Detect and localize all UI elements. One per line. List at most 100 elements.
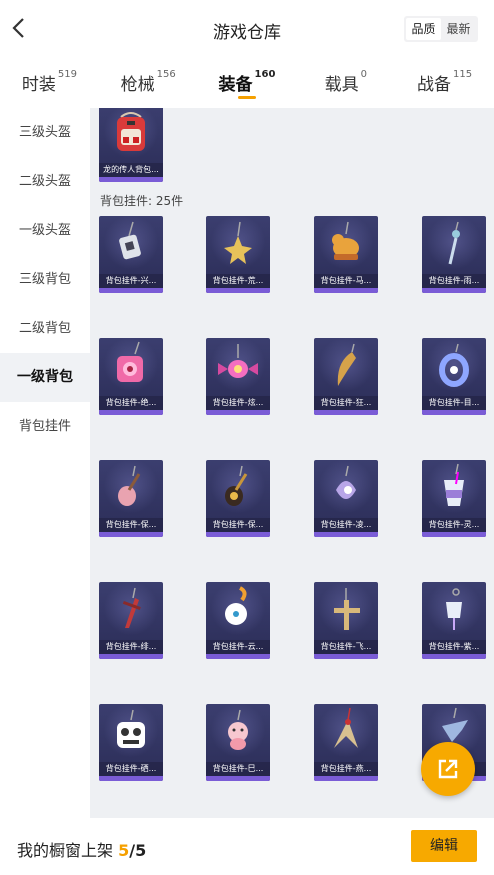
tab-label: 时装 — [21, 75, 56, 95]
sort-toggle[interactable]: 品质 最新 — [404, 16, 478, 42]
category-tabs: 时装519 枪械156 装备160 载具0 战备115 — [0, 58, 494, 108]
rarity-bar — [206, 654, 270, 659]
charm-pink-box-icon — [99, 338, 163, 396]
rarity-bar — [422, 654, 486, 659]
item-card[interactable]: 背包挂件-紫... — [422, 582, 486, 659]
charm-swallow-icon — [314, 704, 378, 762]
tab-label: 载具 — [324, 75, 359, 95]
charm-pig-icon — [206, 704, 270, 762]
tab-count: 115 — [453, 69, 473, 80]
item-caption: 背包挂件-巳... — [206, 762, 270, 776]
tab-fashion[interactable]: 时装519 — [0, 58, 99, 108]
tab-equipment[interactable]: 装备160 — [198, 58, 297, 108]
item-card[interactable]: 背包挂件-狂... — [314, 338, 378, 415]
charm-clock-icon — [206, 582, 270, 640]
item-card[interactable]: 背包挂件-马... — [314, 216, 378, 293]
sort-option-newest[interactable]: 最新 — [441, 18, 476, 40]
item-card[interactable]: 背包挂件-巳... — [206, 704, 270, 781]
sidebar-item-level3-helmet[interactable]: 三级头盔 — [0, 108, 90, 157]
rarity-bar — [314, 288, 378, 293]
item-card[interactable]: 背包挂件-燕... — [314, 704, 378, 781]
charm-drink-icon — [422, 460, 486, 518]
sidebar-item-level2-helmet[interactable]: 二级头盔 — [0, 157, 90, 206]
tab-firearms[interactable]: 枪械156 — [99, 58, 198, 108]
item-card[interactable]: 背包挂件-保... — [99, 460, 163, 537]
charm-candy-icon — [206, 338, 270, 396]
item-grid: 龙的传人背包... 背包挂件: 25件 背包挂件-兴... 背包挂件-荒... 背包… — [90, 108, 494, 818]
rarity-bar — [422, 532, 486, 537]
charm-star-icon — [206, 216, 270, 274]
rarity-bar — [314, 776, 378, 781]
sidebar-item-backpack-charm[interactable]: 背包挂件 — [0, 402, 90, 451]
rarity-bar — [99, 532, 163, 537]
item-card[interactable]: 背包挂件-飞... — [314, 582, 378, 659]
item-card[interactable]: 背包挂件-绝... — [99, 338, 163, 415]
rarity-bar — [314, 532, 378, 537]
rarity-bar — [99, 654, 163, 659]
item-caption: 背包挂件-紫... — [422, 640, 486, 654]
sidebar-item-level1-helmet[interactable]: 一级头盔 — [0, 206, 90, 255]
tab-label: 战备 — [417, 75, 452, 95]
item-card[interactable]: 背包挂件-保... — [206, 460, 270, 537]
rarity-bar — [314, 654, 378, 659]
showcase-max-count: 5 — [135, 841, 147, 860]
share-external-icon — [438, 759, 458, 779]
edit-button[interactable]: 编辑 — [411, 830, 477, 862]
tab-vehicles[interactable]: 载具0 — [296, 58, 395, 108]
rarity-bar — [422, 410, 486, 415]
item-card[interactable]: 背包挂件-凌... — [314, 460, 378, 537]
rarity-bar — [206, 288, 270, 293]
item-card[interactable]: 龙的传人背包... — [99, 108, 163, 182]
item-caption: 背包挂件-凌... — [314, 518, 378, 532]
item-caption: 背包挂件-保... — [99, 518, 163, 532]
sort-option-quality[interactable]: 品质 — [406, 18, 441, 40]
item-card[interactable]: 背包挂件-云... — [206, 582, 270, 659]
charm-horn-icon — [314, 338, 378, 396]
tab-count: 160 — [254, 69, 276, 80]
item-caption: 龙的传人背包... — [99, 163, 163, 177]
item-caption: 背包挂件-狂... — [314, 396, 378, 410]
showcase-bar: 我的橱窗上架 5/5 编辑 — [0, 818, 494, 875]
item-card[interactable]: 背包挂件-灵... — [422, 460, 486, 537]
showcase-label: 我的橱窗上架 5/5 — [17, 837, 146, 861]
item-caption: 背包挂件-云... — [206, 640, 270, 654]
item-card[interactable]: 背包挂件-硒... — [99, 704, 163, 781]
item-card[interactable]: 背包挂件-目... — [422, 338, 486, 415]
rarity-bar — [314, 410, 378, 415]
sidebar-item-level1-backpack[interactable]: 一级背包 — [0, 353, 90, 402]
sidebar: 三级头盔 二级头盔 一级头盔 三级背包 二级背包 一级背包 背包挂件 — [0, 108, 90, 818]
item-caption: 背包挂件-绯... — [99, 640, 163, 654]
item-card[interactable]: 背包挂件-荒... — [206, 216, 270, 293]
item-caption: 背包挂件-炫... — [206, 396, 270, 410]
item-caption: 背包挂件-荒... — [206, 274, 270, 288]
item-card[interactable]: 背包挂件-绯... — [99, 582, 163, 659]
item-card[interactable]: 背包挂件-雨... — [422, 216, 486, 293]
rarity-bar — [99, 288, 163, 293]
sidebar-item-level3-backpack[interactable]: 三级背包 — [0, 255, 90, 304]
item-caption: 背包挂件-兴... — [99, 274, 163, 288]
item-caption: 背包挂件-灵... — [422, 518, 486, 532]
charm-dagger-icon — [99, 582, 163, 640]
charm-cross-icon — [314, 582, 378, 640]
rarity-bar — [99, 776, 163, 781]
section-label: 背包挂件: 25件 — [100, 194, 184, 208]
item-caption: 背包挂件-马... — [314, 274, 378, 288]
item-caption: 背包挂件-绝... — [99, 396, 163, 410]
top-bar: 游戏仓库 品质 最新 — [0, 0, 494, 58]
charm-gem-icon — [314, 460, 378, 518]
charm-panda-icon — [99, 704, 163, 762]
item-card[interactable]: 背包挂件-炫... — [206, 338, 270, 415]
charm-horse-icon — [314, 216, 378, 274]
sidebar-item-level2-backpack[interactable]: 二级背包 — [0, 304, 90, 353]
rarity-bar — [206, 410, 270, 415]
rarity-bar — [206, 532, 270, 537]
share-button[interactable] — [421, 742, 475, 796]
rarity-bar — [99, 177, 163, 182]
charm-gold-guitar-icon — [206, 460, 270, 518]
tab-label: 装备 — [218, 75, 253, 95]
tab-supplies[interactable]: 战备115 — [395, 58, 494, 108]
charm-ring-icon — [422, 338, 486, 396]
active-tab-indicator — [237, 96, 256, 99]
backpack-icon — [99, 108, 163, 163]
item-card[interactable]: 背包挂件-兴... — [99, 216, 163, 293]
